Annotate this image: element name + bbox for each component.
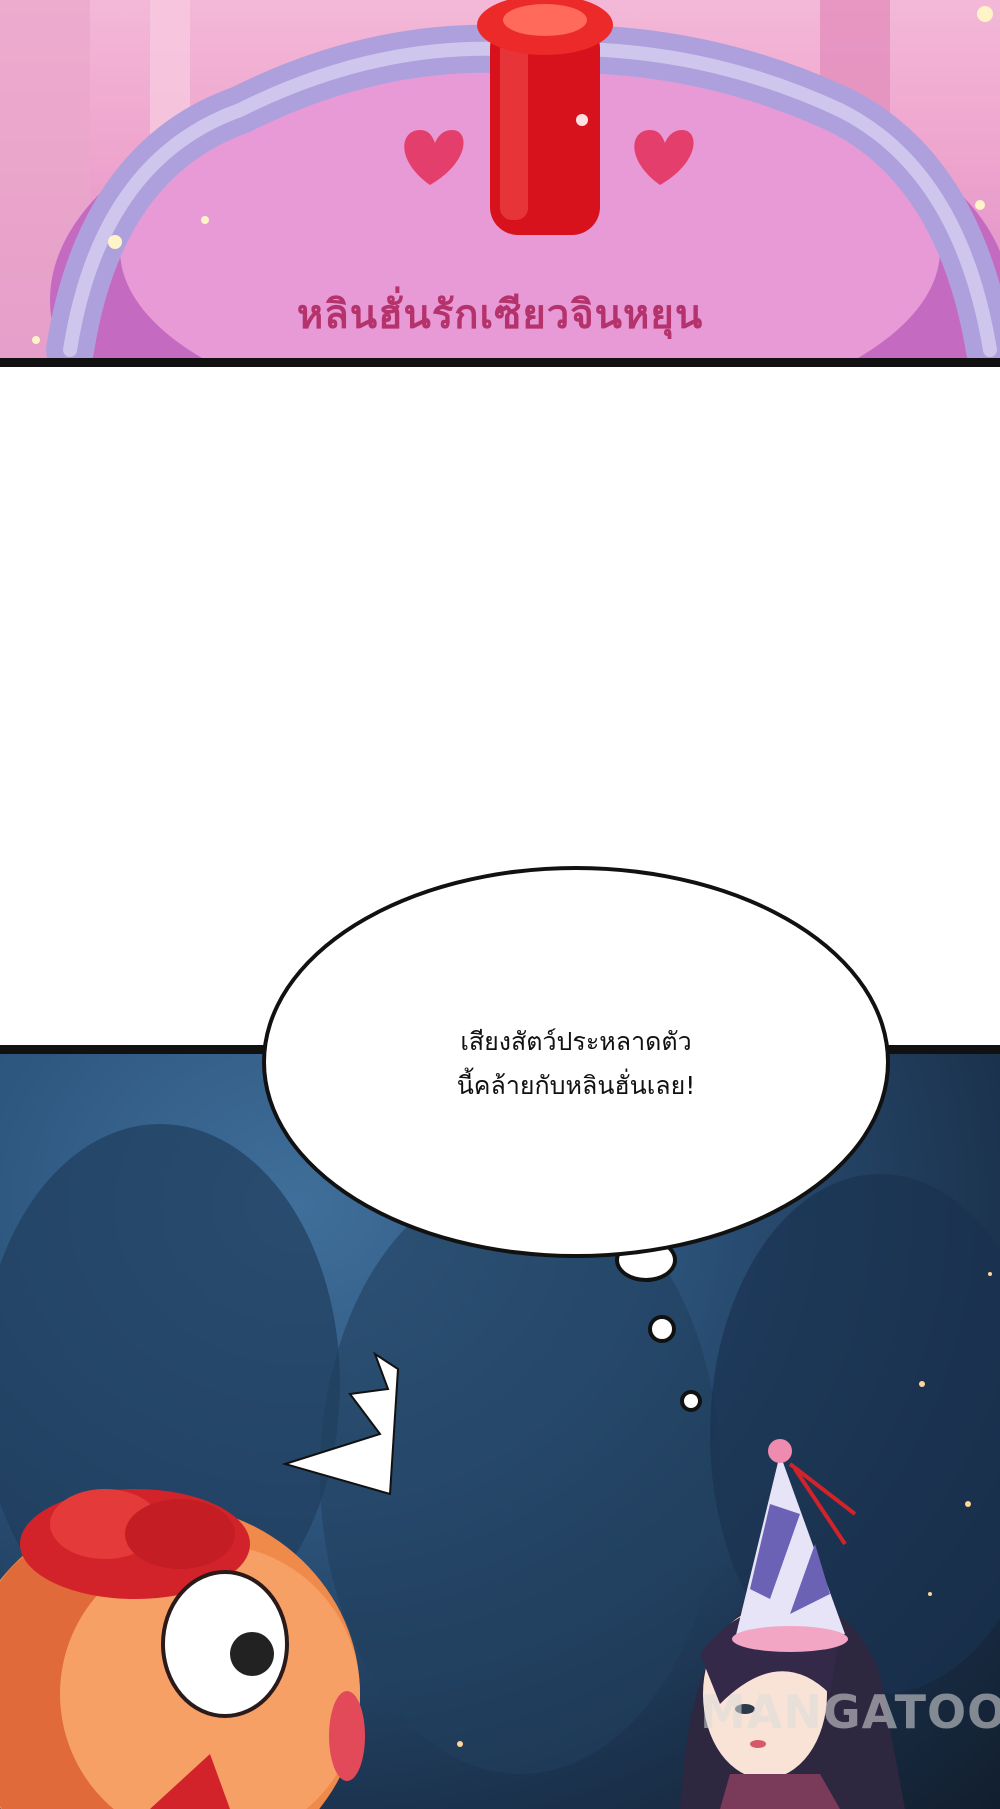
speech-bubble: เสียงสัตว์ประหลาดตัว นี้คล้ายกับหลินฮั่น… <box>262 866 890 1258</box>
cake-text: หลินฮั่นรักเซียวจินหยุน <box>296 292 704 338</box>
speech-line-1: เสียงสัตว์ประหลาดตัว <box>460 1027 692 1056</box>
eye-icon <box>161 1570 289 1718</box>
cake-panel: หลินฮั่นรักเซียวจินหยุน <box>0 0 1000 367</box>
watermark: MANGATOON <box>700 1685 1000 1739</box>
thought-dot-small <box>680 1390 702 1412</box>
speech-text: เสียงสัตว์ประหลาดตัว นี้คล้ายกับหลินฮั่น… <box>266 1020 886 1108</box>
thought-dot-medium <box>648 1315 676 1343</box>
candle-icon <box>477 0 613 235</box>
fish-monster <box>0 1489 365 1809</box>
speech-line-2: นี้คล้ายกับหลินฮั่นเลย! <box>456 1071 696 1100</box>
